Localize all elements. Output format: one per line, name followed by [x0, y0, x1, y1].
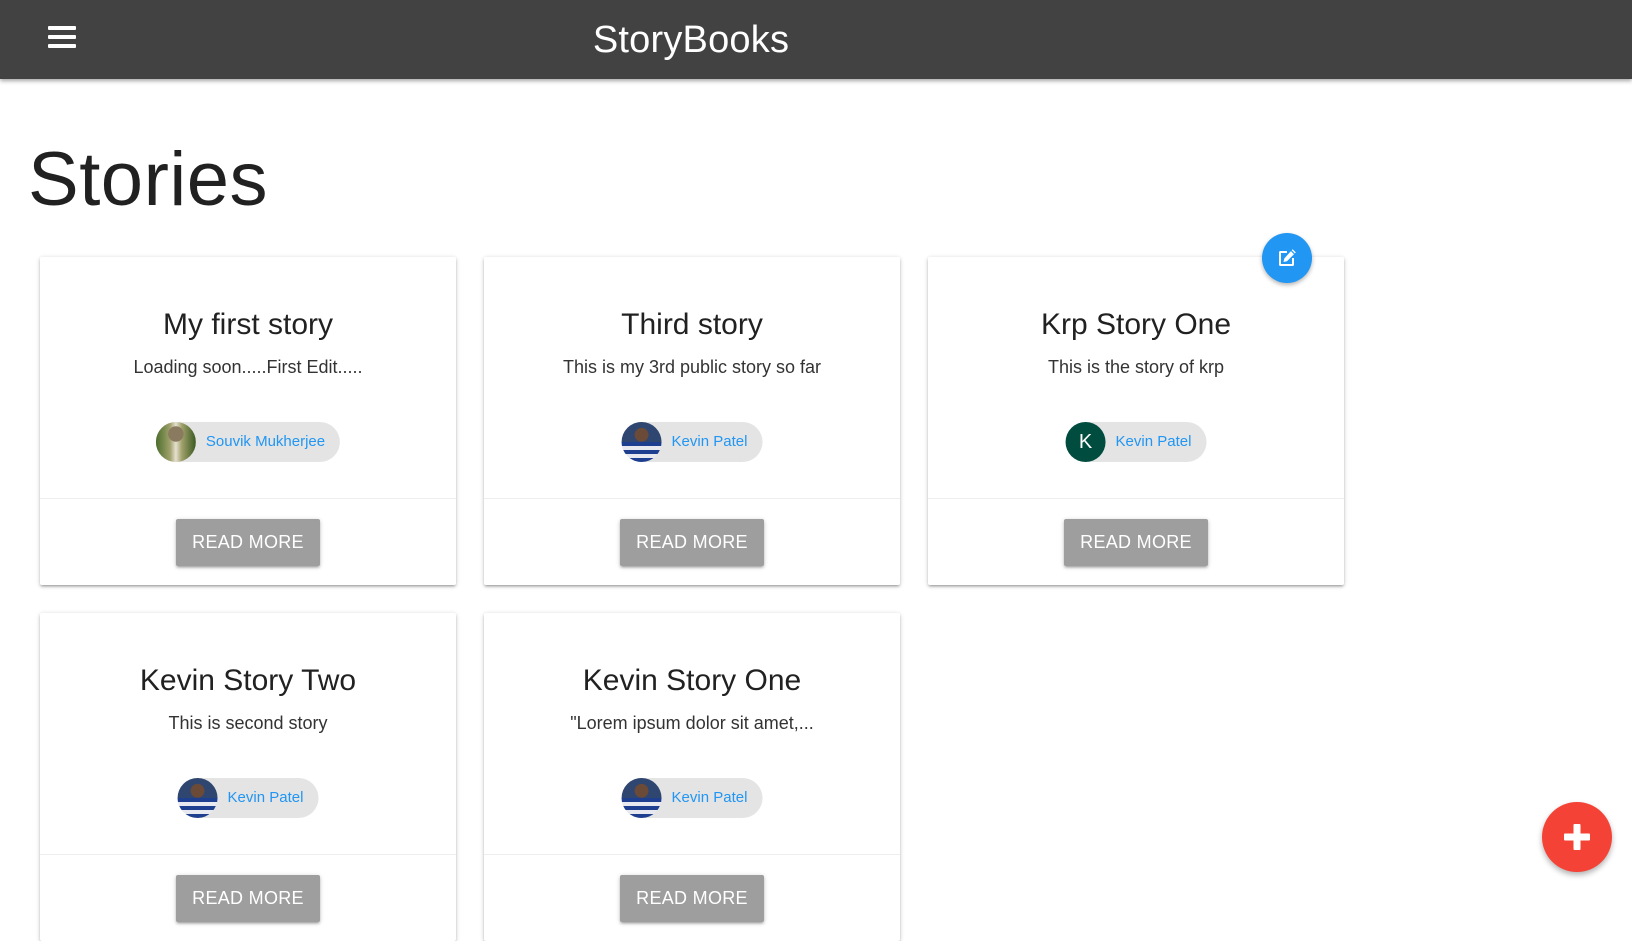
edit-story-button[interactable] — [1262, 233, 1312, 283]
read-more-button[interactable]: READ MORE — [176, 875, 320, 922]
author-avatar — [155, 422, 196, 462]
read-more-button[interactable]: READ MORE — [620, 519, 764, 566]
card-content: Kevin Story One "Lorem ipsum dolor sit a… — [484, 613, 900, 854]
author-name: Kevin Patel — [671, 789, 748, 806]
card-action: READ MORE — [40, 498, 456, 585]
author-chip[interactable]: Kevin Patel — [177, 778, 319, 818]
card-action: READ MORE — [40, 854, 456, 941]
author-name: Kevin Patel — [1115, 433, 1192, 450]
author-avatar — [621, 422, 662, 462]
read-more-button[interactable]: READ MORE — [176, 519, 320, 566]
add-story-button[interactable] — [1542, 802, 1612, 872]
edit-icon — [1279, 249, 1296, 266]
author-avatar: K — [1065, 422, 1106, 462]
author-avatar — [621, 778, 662, 818]
card-action: READ MORE — [928, 498, 1344, 585]
card-action: READ MORE — [484, 854, 900, 941]
card-content: Kevin Story Two This is second story Kev… — [40, 613, 456, 854]
story-card: My first story Loading soon.....First Ed… — [40, 257, 456, 585]
story-excerpt: This is second story — [168, 713, 328, 733]
author-avatar — [177, 778, 218, 818]
story-title: Kevin Story One — [582, 664, 802, 697]
add-icon — [1564, 824, 1590, 850]
brand-logo[interactable]: StoryBooks — [0, 0, 1382, 79]
story-card: Kevin Story One "Lorem ipsum dolor sit a… — [484, 613, 900, 941]
author-chip[interactable]: K Kevin Patel — [1065, 422, 1207, 462]
read-more-button[interactable]: READ MORE — [1064, 519, 1208, 566]
story-card: Third story This is my 3rd public story … — [484, 257, 900, 585]
author-chip[interactable]: Kevin Patel — [621, 422, 763, 462]
card-content: My first story Loading soon.....First Ed… — [40, 257, 456, 498]
card-action: READ MORE — [484, 498, 900, 585]
navbar: StoryBooks — [0, 0, 1632, 79]
story-title: My first story — [163, 308, 333, 341]
card-content: Krp Story One This is the story of krp K… — [928, 257, 1344, 498]
story-card: Krp Story One This is the story of krp K… — [928, 257, 1344, 585]
story-title: Krp Story One — [1040, 308, 1232, 341]
author-chip[interactable]: Kevin Patel — [621, 778, 763, 818]
story-excerpt: This is my 3rd public story so far — [562, 357, 822, 377]
story-card: Kevin Story Two This is second story Kev… — [40, 613, 456, 941]
story-excerpt: "Lorem ipsum dolor sit amet,... — [570, 713, 814, 733]
card-content: Third story This is my 3rd public story … — [484, 257, 900, 498]
story-title: Kevin Story Two — [139, 664, 357, 697]
author-name: Souvik Mukherjee — [205, 433, 326, 450]
author-name: Kevin Patel — [671, 433, 748, 450]
story-excerpt: Loading soon.....First Edit..... — [133, 357, 363, 377]
story-title: Third story — [621, 308, 763, 341]
read-more-button[interactable]: READ MORE — [620, 875, 764, 922]
story-excerpt: This is the story of krp — [1047, 357, 1225, 377]
author-name: Kevin Patel — [227, 789, 304, 806]
author-chip[interactable]: Souvik Mukherjee — [155, 422, 341, 462]
page-title: Stories — [28, 137, 269, 222]
